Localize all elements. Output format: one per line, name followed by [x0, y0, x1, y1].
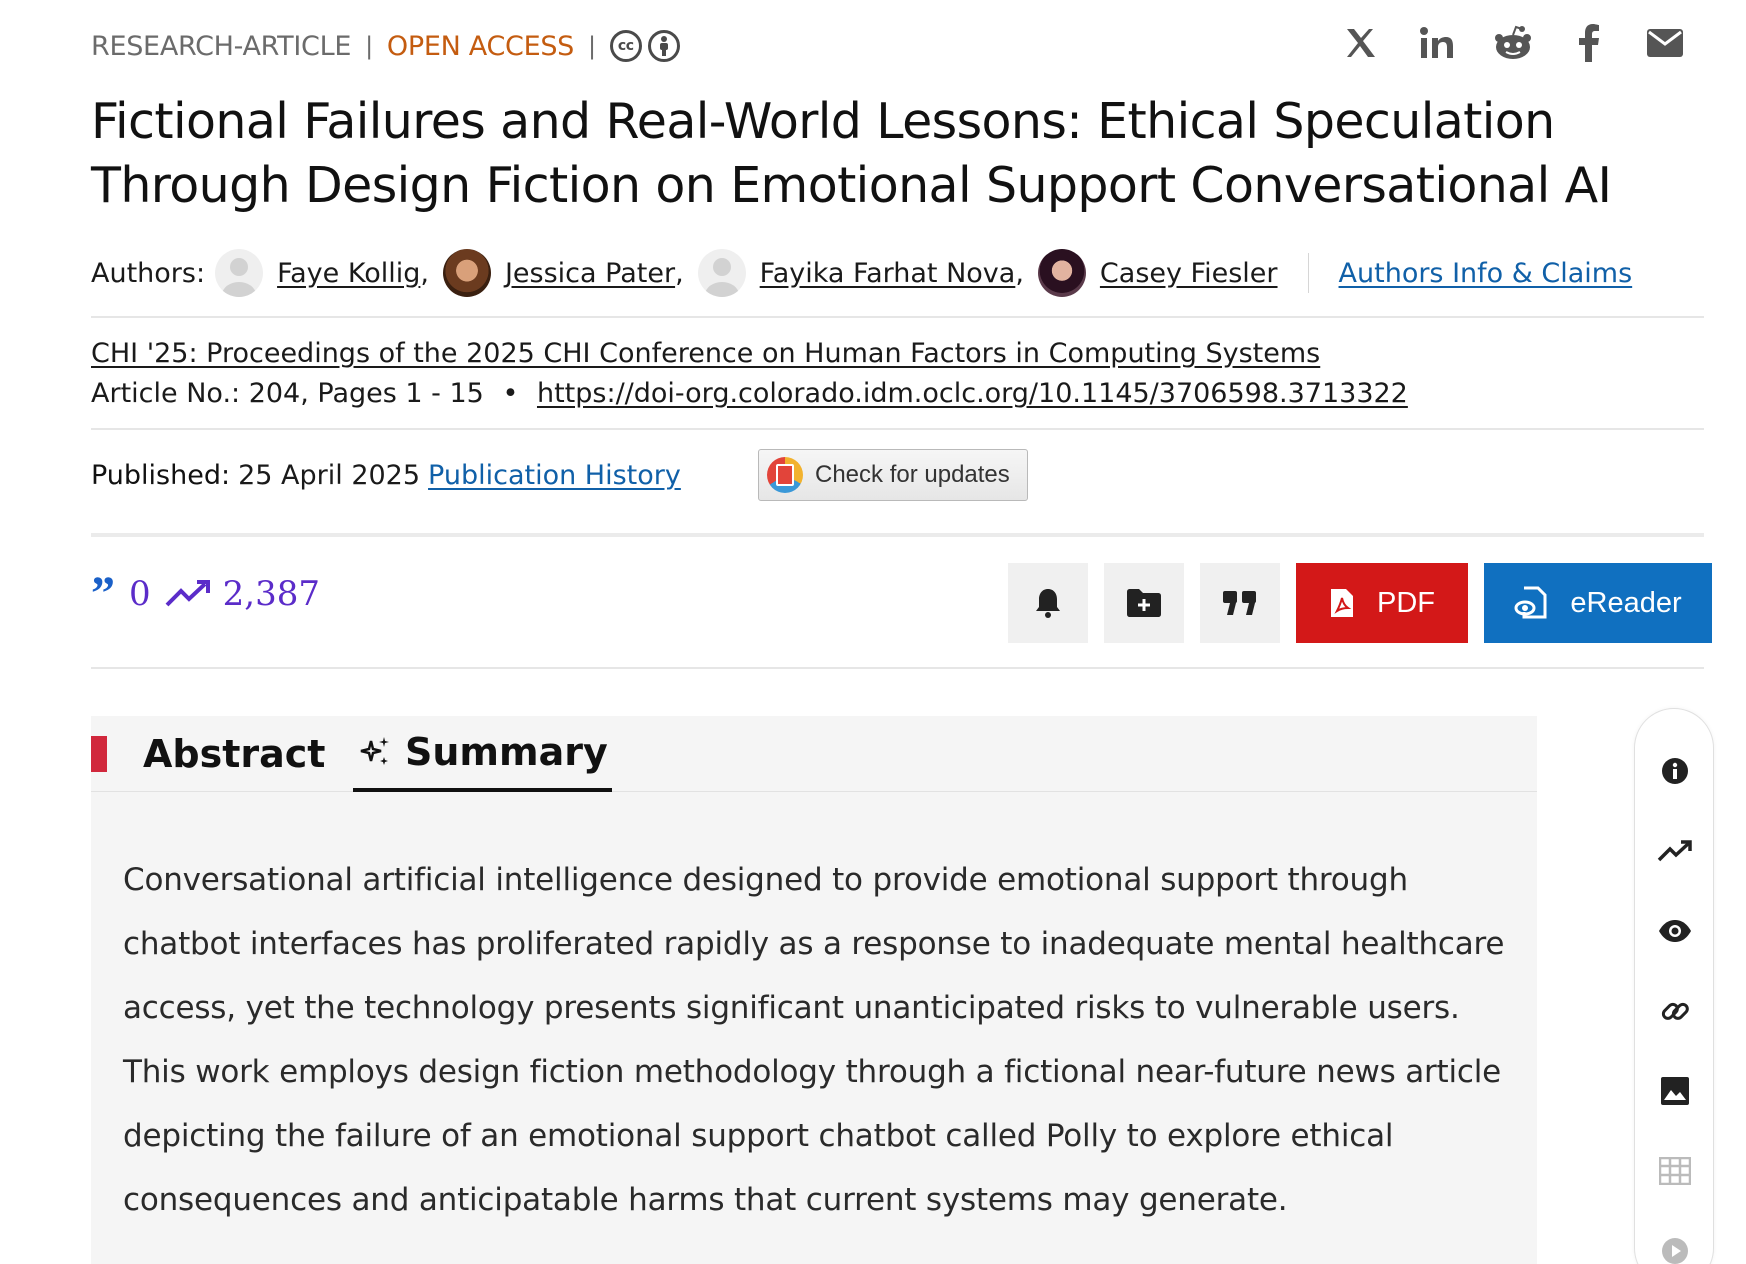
crossmark-icon — [767, 457, 803, 493]
link-icon[interactable] — [1635, 989, 1715, 1033]
cite-button[interactable] — [1200, 563, 1280, 643]
add-to-binder-button[interactable] — [1104, 563, 1184, 643]
tab-abstract[interactable]: Abstract — [143, 716, 325, 792]
avatar[interactable] — [697, 249, 746, 297]
tab-summary[interactable]: Summary — [353, 716, 612, 792]
ereader-button[interactable]: eReader — [1484, 563, 1712, 643]
check-for-updates-label: Check for updates — [815, 461, 1010, 488]
open-access-label: OPEN ACCESS — [386, 30, 575, 62]
license-icons[interactable]: cc — [609, 30, 680, 62]
email-icon[interactable] — [1644, 22, 1686, 64]
authors-label: Authors: — [91, 257, 206, 289]
published-date: 25 April 2025 — [238, 460, 421, 491]
published-label: Published: — [91, 460, 231, 491]
citation-count[interactable]: 0 — [129, 574, 151, 614]
divider — [91, 316, 1704, 318]
citation-quote-icon: ” — [91, 567, 115, 620]
ereader-icon — [1514, 586, 1547, 619]
author-link[interactable]: Faye Kollig — [277, 258, 420, 289]
tab-summary-label: Summary — [405, 730, 608, 774]
article-type: RESEARCH-ARTICLE — [91, 30, 352, 62]
publication-history-link[interactable]: Publication History — [428, 460, 681, 491]
proceedings-link[interactable]: CHI '25: Proceedings of the 2025 CHI Con… — [91, 338, 1320, 369]
x-icon[interactable] — [1340, 22, 1382, 64]
doi-link[interactable]: https://doi-org.colorado.idm.oclc.org/10… — [537, 378, 1408, 409]
reddit-icon[interactable] — [1492, 22, 1534, 64]
divider: | — [365, 32, 373, 60]
article-meta-line: RESEARCH-ARTICLE | OPEN ACCESS | cc — [91, 26, 680, 66]
linkedin-icon[interactable] — [1416, 22, 1458, 64]
divider — [91, 428, 1704, 430]
alert-button[interactable] — [1008, 563, 1088, 643]
pdf-file-icon — [1331, 589, 1353, 617]
avatar[interactable] — [215, 249, 264, 297]
bell-icon — [1036, 589, 1060, 618]
eye-icon[interactable] — [1635, 909, 1715, 953]
by-attribution-icon — [647, 30, 680, 62]
author-link[interactable]: Jessica Pater — [505, 258, 675, 289]
tab-bar: Abstract Summary — [91, 716, 1537, 792]
article-title: Fictional Failures and Real-World Lesson… — [91, 93, 1612, 214]
author-link[interactable]: Fayika Farhat Nova — [760, 258, 1016, 289]
side-rail — [1634, 708, 1714, 1264]
authors-info-link[interactable]: Authors Info & Claims — [1339, 258, 1633, 289]
image-icon[interactable] — [1635, 1069, 1715, 1113]
trending-icon[interactable] — [1635, 829, 1715, 873]
avatar[interactable] — [442, 249, 491, 297]
bullet: • — [502, 378, 519, 409]
pdf-label: PDF — [1377, 586, 1435, 619]
divider — [91, 667, 1704, 669]
divider: | — [588, 32, 596, 60]
published-line: Published: 25 April 2025 Publication His… — [91, 460, 681, 491]
trending-icon — [165, 580, 210, 607]
action-bar: PDF eReader — [1008, 563, 1712, 643]
quote-icon — [1223, 591, 1256, 615]
abstract-marker — [91, 736, 107, 772]
article-metrics: ” 0 2,387 — [91, 567, 320, 620]
article-pages: Article No.: 204, Pages 1 - 15 — [91, 378, 484, 409]
ereader-label: eReader — [1570, 586, 1682, 619]
venue-block: CHI '25: Proceedings of the 2025 CHI Con… — [91, 334, 1408, 414]
facebook-icon[interactable] — [1568, 22, 1610, 64]
abstract-panel: Abstract Summary Conversational artifici… — [91, 716, 1537, 1264]
summary-text: Conversational artificial intelligence d… — [123, 862, 1505, 1218]
add-folder-icon — [1127, 589, 1161, 617]
sparkle-icon — [360, 737, 389, 765]
play-icon[interactable] — [1635, 1229, 1715, 1264]
cc-icon: cc — [609, 30, 642, 62]
divider — [1307, 253, 1309, 293]
check-for-updates-button[interactable]: Check for updates — [758, 449, 1028, 501]
share-bar — [1340, 22, 1686, 64]
download-count[interactable]: 2,387 — [223, 574, 320, 614]
table-icon[interactable] — [1635, 1149, 1715, 1193]
pdf-button[interactable]: PDF — [1296, 563, 1468, 643]
authors-line: Authors: Faye Kollig, Jessica Pater, Fay… — [91, 248, 1632, 298]
author-link[interactable]: Casey Fiesler — [1100, 258, 1278, 289]
divider — [91, 533, 1704, 537]
avatar[interactable] — [1037, 249, 1086, 297]
info-icon[interactable] — [1635, 749, 1715, 793]
